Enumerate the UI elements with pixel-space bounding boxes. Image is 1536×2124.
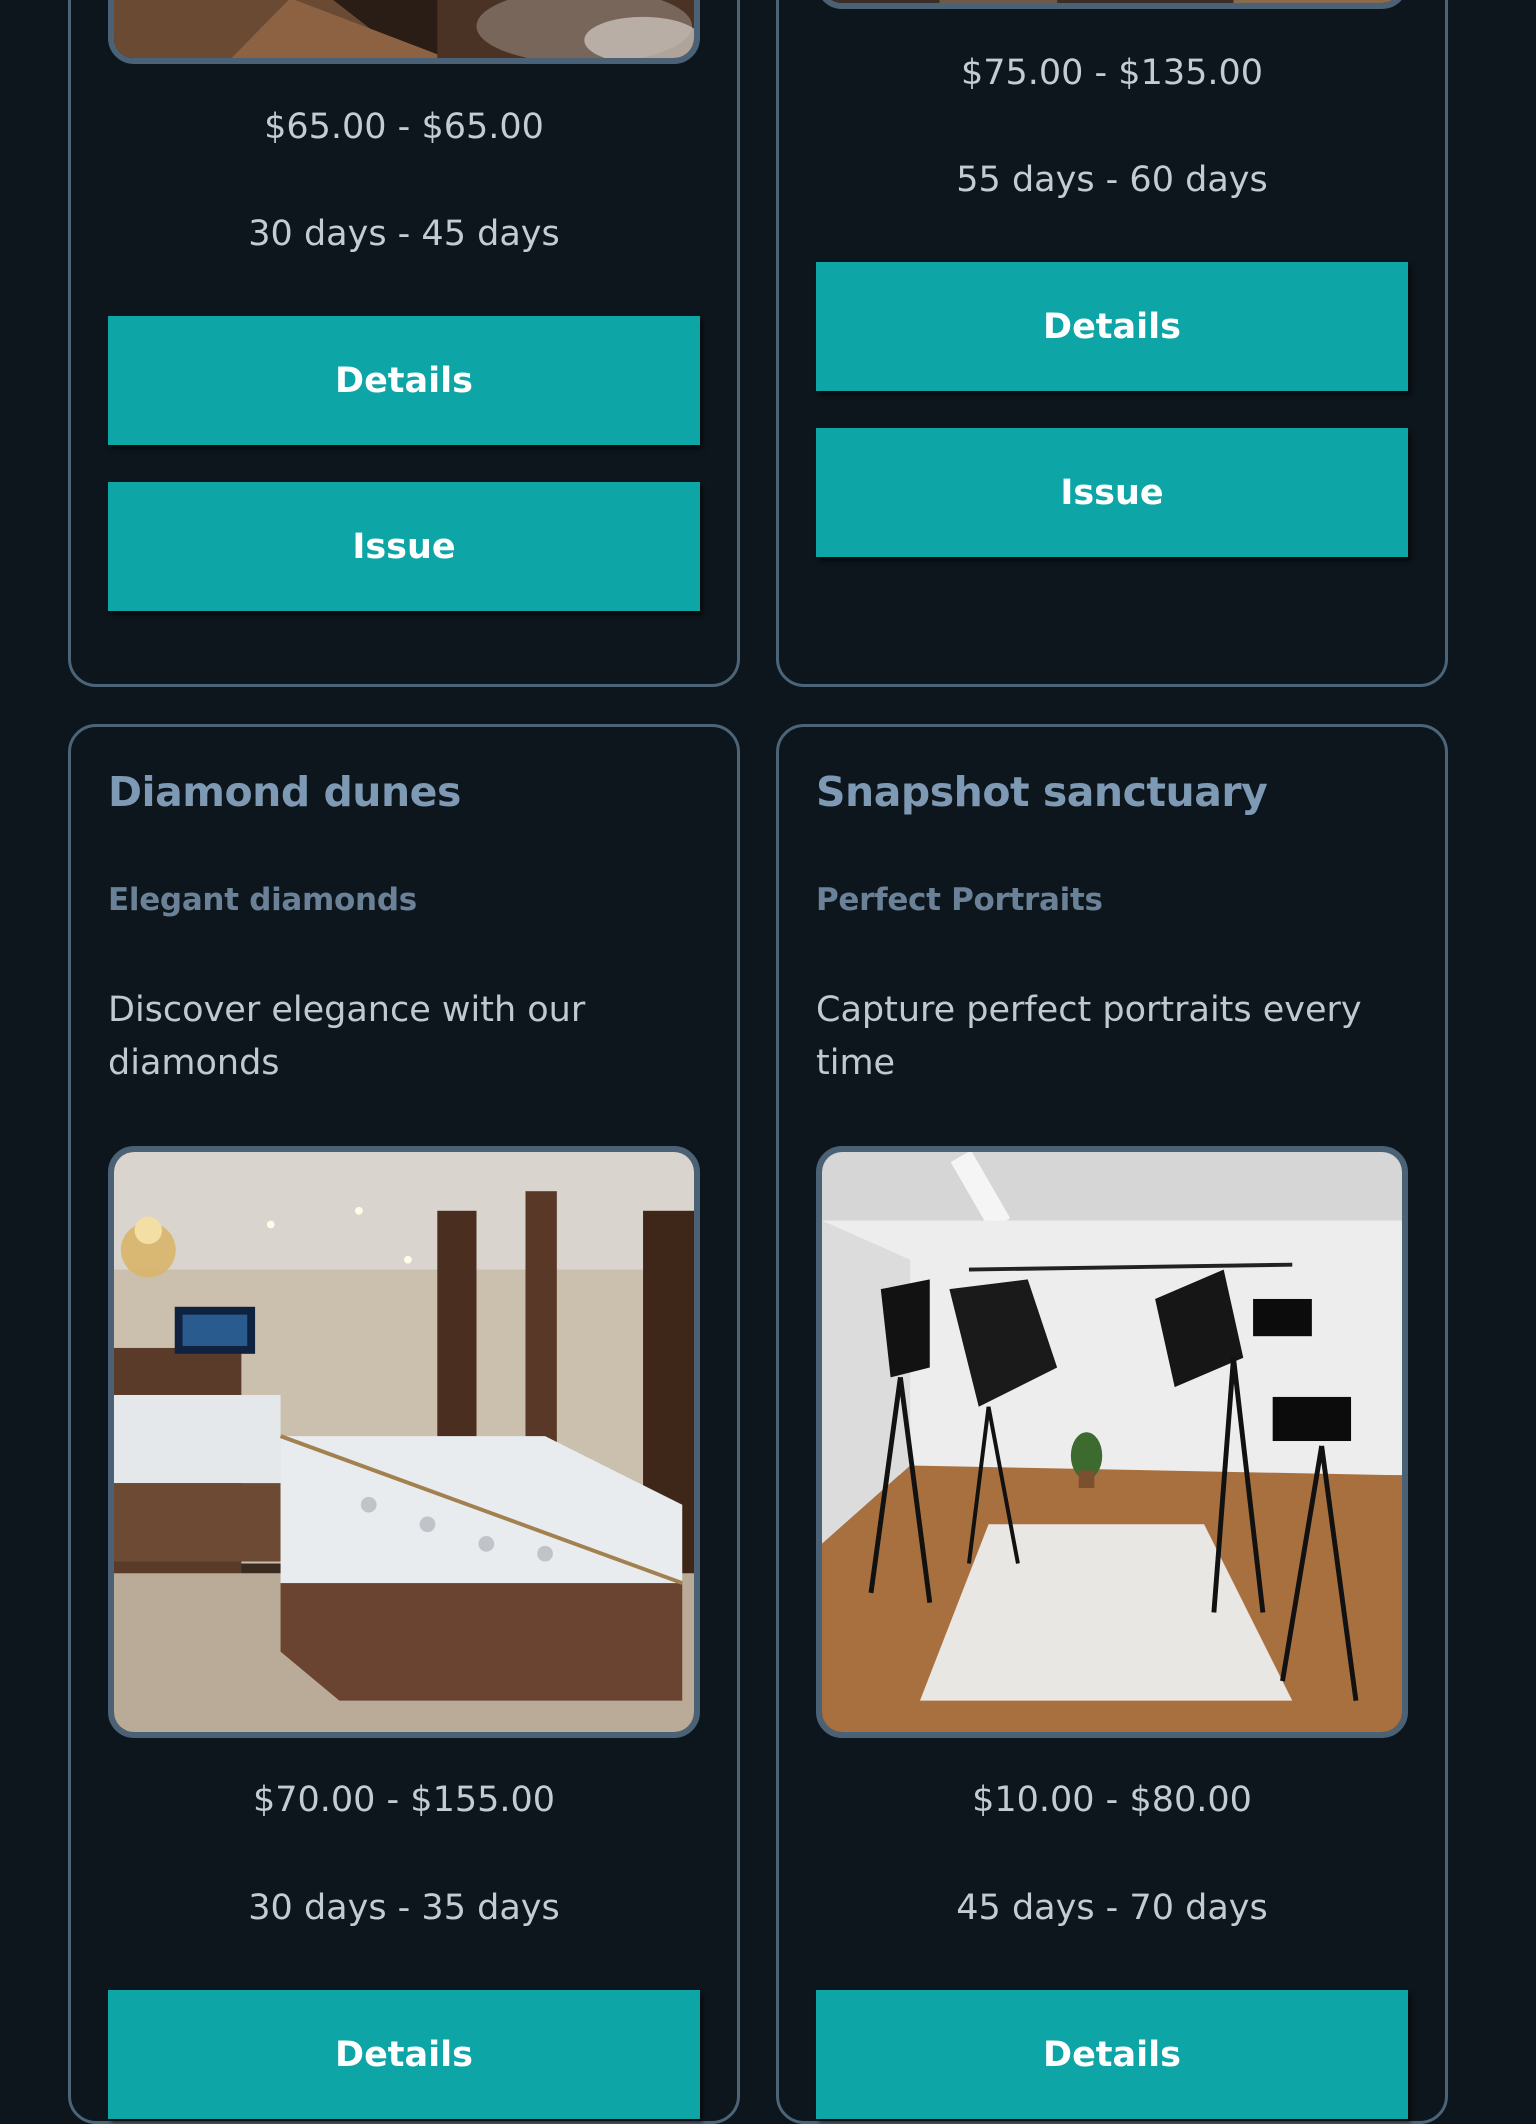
issue-button[interactable]: Issue: [816, 428, 1408, 557]
details-button[interactable]: Details: [816, 262, 1408, 391]
details-button[interactable]: Details: [108, 316, 700, 445]
details-button[interactable]: Details: [816, 1990, 1408, 2119]
duration-range: 45 days - 70 days: [956, 1888, 1268, 1928]
card-title: Snapshot sanctuary: [816, 768, 1268, 816]
card-title: Diamond dunes: [108, 768, 461, 816]
card-image: [816, 1146, 1408, 1738]
issue-button[interactable]: Issue: [108, 482, 700, 611]
duration-range: 30 days - 35 days: [248, 1888, 560, 1928]
duration-range: 55 days - 60 days: [956, 160, 1268, 200]
card-description: Capture perfect portraits every time: [816, 990, 1362, 1083]
card-image: [108, 1146, 700, 1738]
card-subtitle: Perfect Portraits: [816, 882, 1103, 918]
price-range: $65.00 - $65.00: [264, 107, 544, 147]
details-button[interactable]: Details: [108, 1990, 700, 2119]
card-description: Discover elegance with our diamonds: [108, 990, 586, 1083]
price-range: $70.00 - $155.00: [252, 1780, 556, 1820]
card-image: [108, 0, 700, 64]
card-image: [816, 0, 1408, 9]
duration-range: 30 days - 45 days: [248, 214, 560, 254]
price-range: $10.00 - $80.00: [972, 1780, 1252, 1820]
price-range: $75.00 - $135.00: [960, 53, 1264, 93]
card-subtitle: Elegant diamonds: [108, 882, 417, 918]
